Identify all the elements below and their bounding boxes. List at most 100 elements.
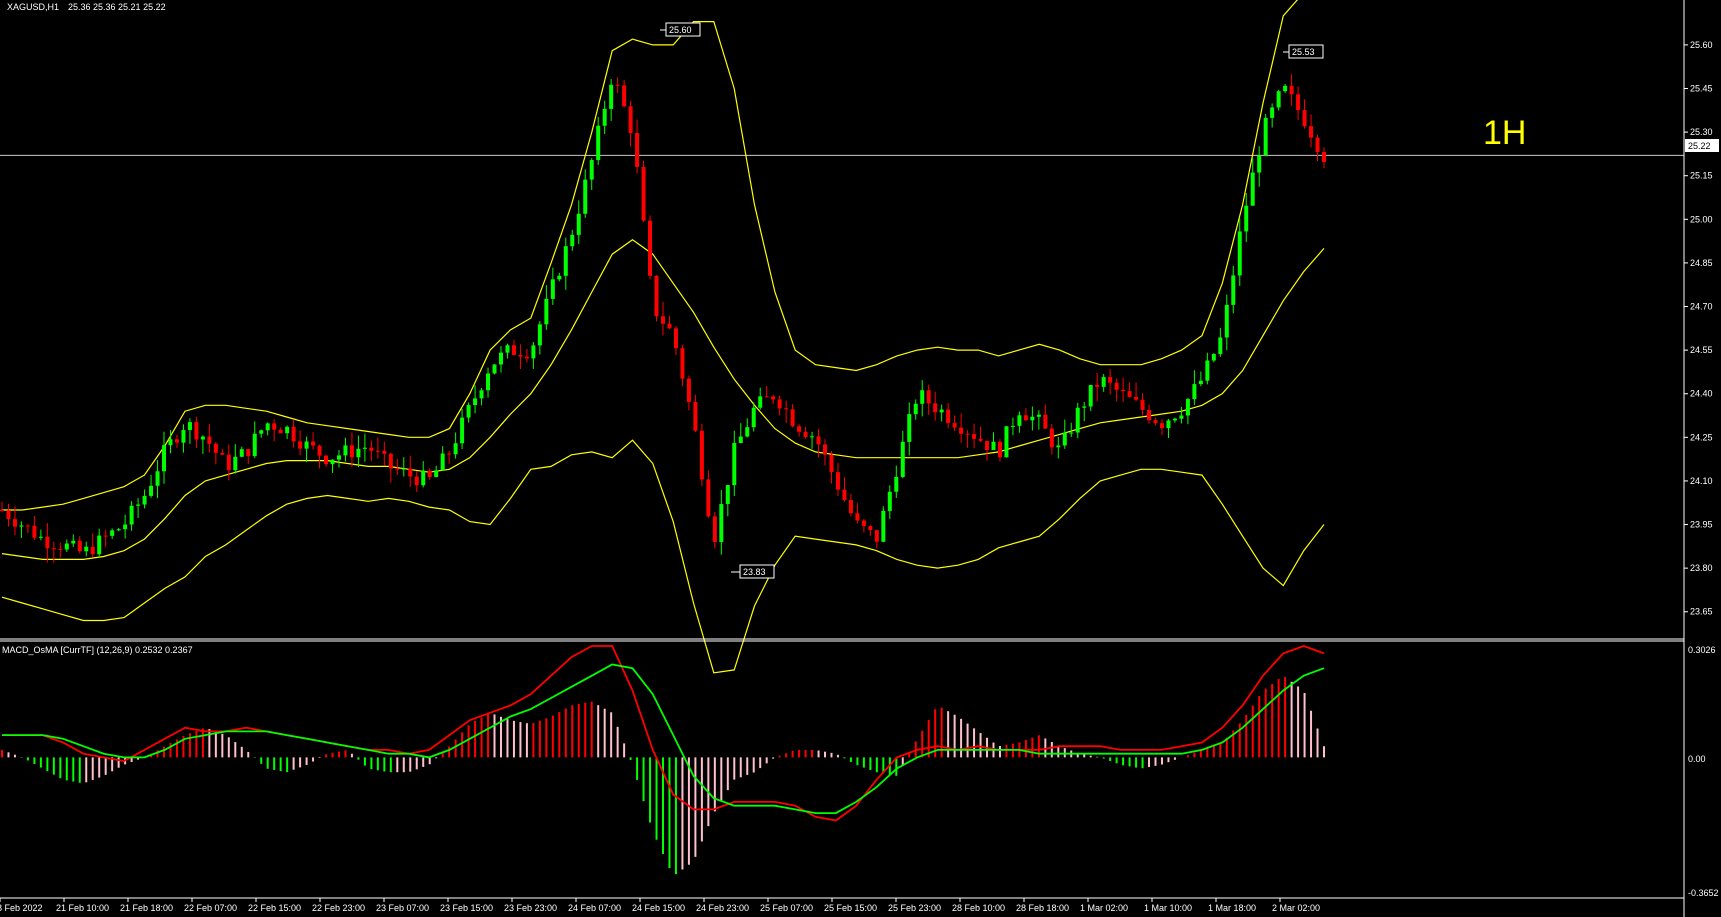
bear-candle	[12, 519, 17, 527]
bear-candle	[298, 441, 303, 449]
bull-candle	[38, 536, 43, 538]
bear-candle	[311, 441, 316, 446]
bull-candle	[239, 449, 244, 457]
time-tick-label: 23 Feb 23:00	[504, 903, 557, 913]
bear-candle	[375, 450, 380, 452]
bull-candle	[498, 352, 503, 365]
bull-candle	[758, 396, 763, 408]
bull-candle	[557, 275, 562, 280]
price-tick-label: 25.60	[1690, 40, 1713, 50]
bear-candle	[1315, 137, 1320, 152]
bear-candle	[1121, 389, 1126, 392]
time-tick-label: 28 Feb 18:00	[1016, 903, 1069, 913]
bull-candle	[1276, 91, 1281, 108]
price-tick-label: 25.15	[1690, 171, 1713, 181]
bull-candle	[71, 540, 76, 544]
bull-candle	[920, 390, 925, 404]
bear-candle	[699, 430, 704, 480]
indicator-min-label: -0.3652	[1688, 888, 1719, 898]
bull-candle	[1082, 406, 1087, 408]
bear-candle	[51, 548, 56, 550]
bull-candle	[732, 443, 737, 486]
bear-candle	[777, 399, 782, 409]
bear-candle	[661, 316, 665, 324]
bear-candle	[842, 489, 847, 501]
bear-candle	[1049, 428, 1054, 448]
bull-candle	[1257, 155, 1262, 173]
bear-candle	[246, 449, 251, 457]
bull-candle	[1172, 418, 1177, 421]
bear-candle	[868, 526, 873, 531]
bull-candle	[129, 505, 134, 525]
bear-candle	[959, 427, 964, 434]
bull-candle	[602, 108, 607, 126]
indicator-zero-label: 0.00	[1688, 754, 1706, 764]
bull-candle	[1017, 415, 1022, 426]
bull-candle	[200, 436, 205, 440]
recent-high-label: 25.53	[1292, 47, 1315, 57]
bear-candle	[291, 426, 296, 442]
bull-candle	[1185, 399, 1190, 416]
bear-candle	[511, 345, 516, 355]
bull-candle	[1263, 117, 1268, 156]
bull-candle	[1218, 337, 1223, 355]
price-tick-label: 24.85	[1690, 258, 1713, 268]
bull-candle	[116, 529, 121, 531]
bear-candle	[382, 450, 387, 454]
bull-candle	[362, 447, 367, 449]
bull-candle	[1179, 415, 1184, 419]
bear-candle	[686, 378, 691, 402]
bull-candle	[440, 453, 445, 471]
bull-candle	[1036, 414, 1041, 417]
bull-candle	[505, 345, 510, 353]
bear-candle	[272, 423, 277, 430]
bear-candle	[1309, 126, 1314, 138]
price-tick-label: 23.80	[1690, 563, 1713, 573]
price-tick-label: 25.00	[1690, 214, 1713, 224]
price-tick-label: 25.45	[1690, 83, 1713, 93]
bull-candle	[1075, 407, 1080, 433]
bear-candle	[874, 530, 879, 542]
bull-candle	[907, 414, 912, 442]
bear-candle	[324, 455, 329, 465]
time-tick-label: 18 Feb 2022	[0, 903, 43, 913]
time-tick-label: 1 Mar 10:00	[1144, 903, 1192, 913]
bear-candle	[220, 452, 225, 455]
bull-candle	[181, 430, 186, 443]
bear-candle	[45, 536, 50, 549]
bear-candle	[965, 433, 970, 435]
bear-candle	[194, 422, 199, 440]
bull-candle	[285, 426, 290, 434]
bear-candle	[1095, 385, 1100, 387]
bear-candle	[388, 453, 393, 469]
bull-candle	[155, 471, 160, 486]
bull-candle	[1101, 377, 1106, 387]
indicator-title: MACD_OsMA [CurrTF] (12,26,9) 0.2532 0.23…	[2, 645, 193, 655]
bull-candle	[434, 470, 439, 477]
bull-candle	[939, 409, 944, 413]
bear-candle	[771, 396, 776, 400]
bear-candle	[349, 445, 354, 458]
bull-candle	[1205, 360, 1210, 381]
bull-candle	[233, 456, 238, 471]
bear-candle	[395, 468, 400, 470]
bear-candle	[855, 513, 860, 521]
price-tick-label: 24.40	[1690, 389, 1713, 399]
bear-candle	[213, 443, 218, 453]
timeframe-label: 1H	[1483, 114, 1526, 152]
bear-candle	[226, 454, 231, 471]
bull-candle	[1088, 385, 1093, 407]
bull-candle	[466, 405, 471, 418]
bull-candle	[453, 443, 458, 455]
bull-candle	[1231, 275, 1236, 305]
bull-candle	[1270, 107, 1275, 118]
bear-candle	[926, 390, 931, 404]
bull-candle	[1244, 205, 1249, 232]
bear-candle	[797, 426, 802, 432]
bull-candle	[887, 491, 892, 511]
bull-candle	[725, 485, 730, 505]
bull-candle	[900, 441, 905, 477]
bull-candle	[738, 436, 743, 444]
time-tick-label: 23 Feb 15:00	[440, 903, 493, 913]
bull-candle	[97, 535, 102, 555]
